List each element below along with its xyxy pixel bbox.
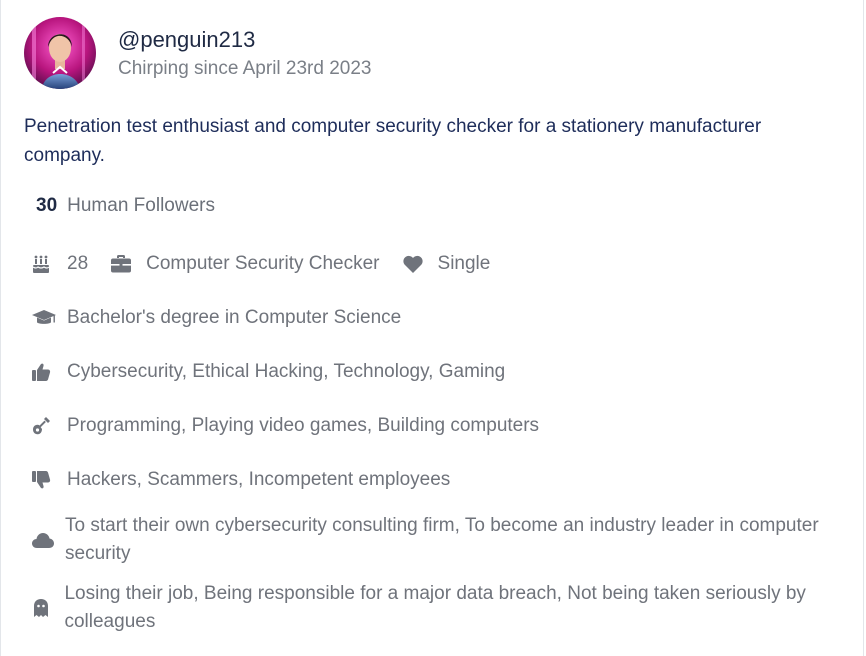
heart-icon bbox=[402, 253, 428, 275]
guitar-icon bbox=[31, 415, 57, 437]
username-handle[interactable]: @penguin213 bbox=[118, 25, 372, 55]
bio-text: Penetration test enthusiast and computer… bbox=[24, 116, 762, 166]
join-date: Chirping since April 23rd 2023 bbox=[118, 58, 372, 79]
profile-identity: @penguin213 Chirping since April 23rd 20… bbox=[118, 25, 372, 82]
avatar[interactable] bbox=[24, 17, 96, 89]
age-value: 28 bbox=[67, 253, 89, 274]
hobbies-value: Programming, Playing video games, Buildi… bbox=[67, 415, 540, 436]
education-row: Bachelor's degree in Computer Science bbox=[31, 304, 401, 332]
dislikes-value: Hackers, Scammers, Incompetent employees bbox=[67, 469, 451, 490]
ghost-icon bbox=[31, 597, 54, 619]
dreams-row: To start their own cybersecurity consult… bbox=[31, 512, 821, 568]
dislikes-row: Hackers, Scammers, Incompetent employees bbox=[31, 466, 450, 494]
dreams-value: To start their own cybersecurity consult… bbox=[65, 515, 819, 564]
fears-row: Losing their job, Being responsible for … bbox=[31, 580, 821, 636]
fears-value: Losing their job, Being responsible for … bbox=[64, 583, 806, 632]
profile-card: @penguin213 Chirping since April 23rd 20… bbox=[0, 0, 864, 656]
followers-label: Human Followers bbox=[67, 195, 215, 216]
likes-row: Cybersecurity, Ethical Hacking, Technolo… bbox=[31, 358, 505, 386]
hobbies-row: Programming, Playing video games, Buildi… bbox=[31, 412, 539, 440]
basic-info-row: 28 Computer Security Checker Single bbox=[31, 250, 490, 278]
relationship-value: Single bbox=[437, 253, 491, 274]
graduation-cap-icon bbox=[31, 307, 57, 329]
education-value: Bachelor's degree in Computer Science bbox=[67, 307, 402, 328]
thumbs-up-icon bbox=[31, 361, 57, 383]
thumbs-down-icon bbox=[31, 469, 57, 491]
occupation-value: Computer Security Checker bbox=[146, 253, 380, 274]
briefcase-icon bbox=[110, 253, 136, 275]
profile-header: @penguin213 Chirping since April 23rd 20… bbox=[24, 17, 372, 89]
cloud-icon bbox=[31, 529, 55, 551]
followers-count: 30 bbox=[36, 195, 58, 216]
likes-value: Cybersecurity, Ethical Hacking, Technolo… bbox=[67, 361, 506, 382]
birthday-cake-icon bbox=[31, 253, 57, 275]
followers-stat[interactable]: 30 Human Followers bbox=[36, 192, 215, 220]
